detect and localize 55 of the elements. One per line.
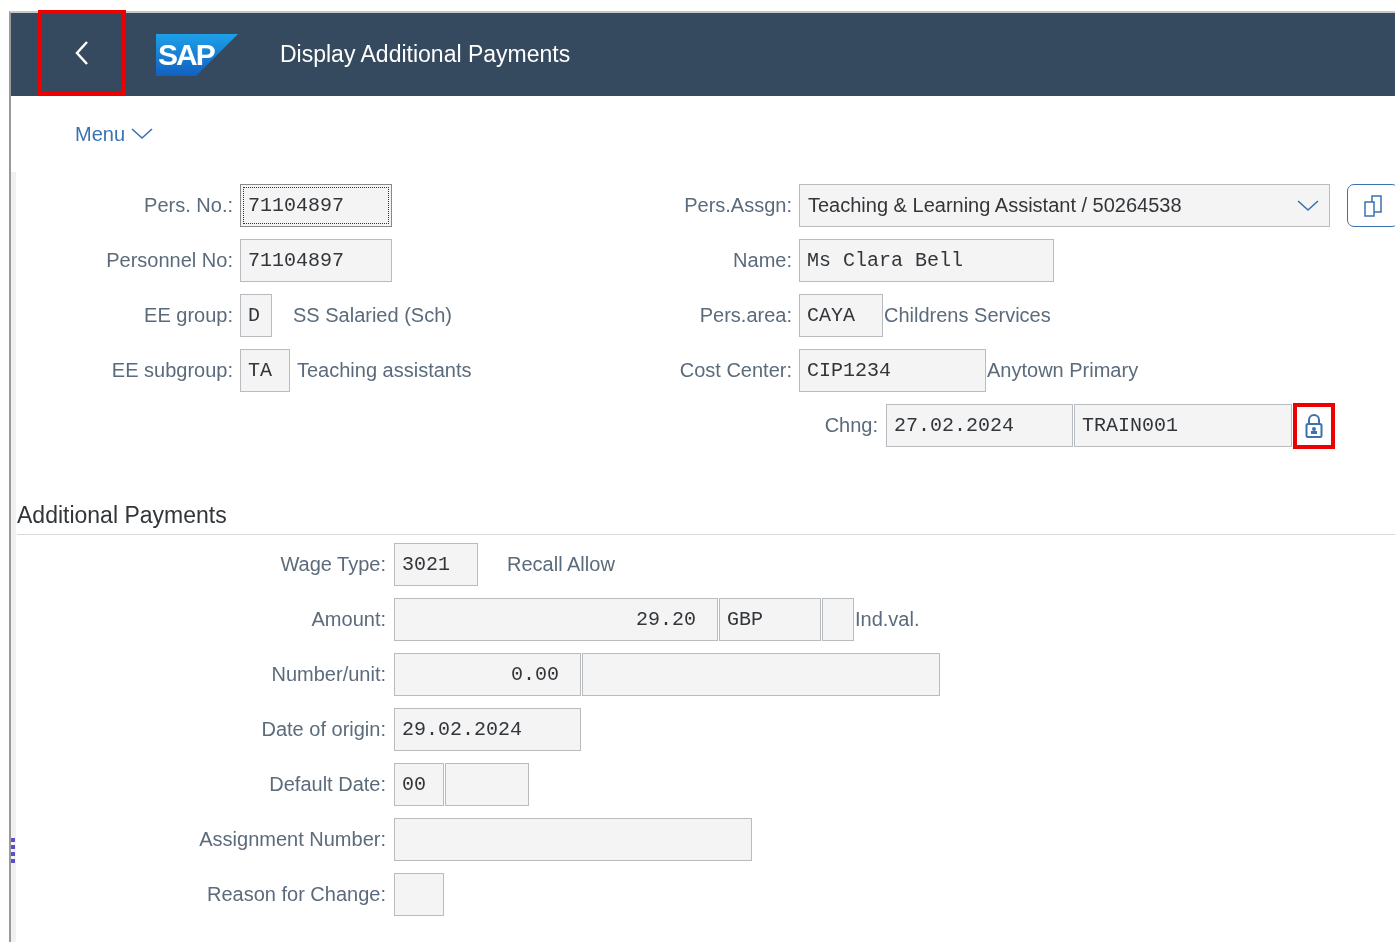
field-label: Amount: xyxy=(310,608,386,631)
input-field[interactable] xyxy=(394,818,752,861)
field-label: Wage Type: xyxy=(279,553,386,576)
field-label: Pers.area: xyxy=(698,304,792,327)
input-field[interactable]: TRAIN001 xyxy=(1074,404,1292,447)
input-field[interactable] xyxy=(445,763,529,806)
overview-button[interactable] xyxy=(1347,184,1395,227)
input-field[interactable]: 0.00 xyxy=(394,653,581,696)
field-label: Number/unit: xyxy=(270,663,386,686)
back-button[interactable] xyxy=(38,10,126,96)
input-field[interactable]: 27.02.2024 xyxy=(886,404,1073,447)
input-field[interactable]: CIP1234 xyxy=(799,349,986,392)
back-icon xyxy=(74,40,90,66)
field-label: Reason for Change: xyxy=(206,883,386,906)
field-description: Ind.val. xyxy=(855,608,920,631)
input-field[interactable]: Ms Clara Bell xyxy=(799,239,1054,282)
field-label: Assignment Number: xyxy=(198,828,386,851)
field-description: SS Salaried (Sch) xyxy=(293,304,452,327)
field-label: Pers. No.: xyxy=(143,194,233,217)
input-field[interactable]: 29.02.2024 xyxy=(394,708,581,751)
field-description: Childrens Services xyxy=(884,304,1051,327)
sap-logo: SAP xyxy=(156,33,238,76)
chevron-down-icon xyxy=(1297,199,1319,212)
field-label: EE subgroup: xyxy=(110,359,233,382)
field-label: Name: xyxy=(732,249,792,272)
chevron-down-icon xyxy=(131,128,154,140)
lock-icon xyxy=(1305,412,1323,439)
field-description: Teaching assistants xyxy=(297,359,472,382)
field-label: Date of origin: xyxy=(260,718,386,741)
window-title: Display Additional Payments xyxy=(280,41,571,68)
field-label: Chng: xyxy=(823,414,878,437)
input-field[interactable] xyxy=(394,873,444,916)
field-label: Personnel No: xyxy=(105,249,233,272)
input-field[interactable]: 71104897 xyxy=(240,239,392,282)
input-field[interactable]: 29.20 xyxy=(394,598,718,641)
input-field[interactable] xyxy=(822,598,854,641)
field-label: Pers.Assgn: xyxy=(683,194,792,217)
input-field[interactable]: GBP xyxy=(719,598,821,641)
grip-icon[interactable] xyxy=(11,838,16,864)
menu-button[interactable]: Menu xyxy=(75,122,154,146)
input-field[interactable]: 71104897 xyxy=(240,184,392,227)
input-field[interactable]: 00 xyxy=(394,763,444,806)
field-label: Default Date: xyxy=(268,773,386,796)
field-description: Anytown Primary xyxy=(987,359,1139,382)
input-field[interactable]: D xyxy=(240,294,272,337)
section-title: Additional Payments xyxy=(17,502,228,528)
field-description: Recall Allow xyxy=(507,553,615,576)
input-field[interactable]: CAYA xyxy=(799,294,883,337)
field-label: EE group: xyxy=(143,304,233,327)
field-label: Cost Center: xyxy=(678,359,792,382)
input-field[interactable]: 3021 xyxy=(394,543,478,586)
lock-button[interactable] xyxy=(1293,402,1335,449)
input-field[interactable]: TA xyxy=(240,349,290,392)
assignment-dropdown[interactable]: Teaching & Learning Assistant / 50264538 xyxy=(799,184,1330,227)
input-field[interactable] xyxy=(582,653,940,696)
